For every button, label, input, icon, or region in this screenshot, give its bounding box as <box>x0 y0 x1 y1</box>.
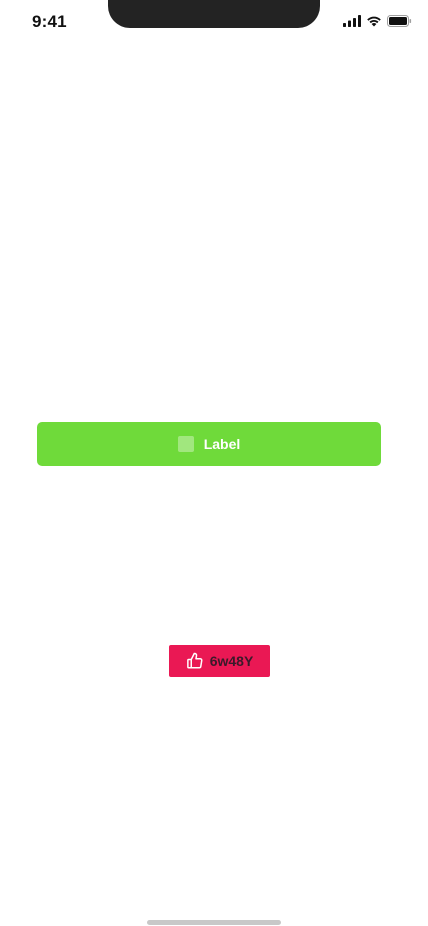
device-notch <box>108 0 320 28</box>
home-indicator[interactable] <box>147 920 281 925</box>
primary-button[interactable]: Label <box>37 422 381 466</box>
primary-button-label: Label <box>203 436 241 452</box>
like-button[interactable]: 6w48Y <box>169 645 270 677</box>
status-bar: 9:41 <box>0 0 428 44</box>
placeholder-icon <box>177 436 194 452</box>
cellular-signal-icon <box>343 15 361 27</box>
like-count: 6w48Y <box>209 653 254 669</box>
status-icons <box>343 15 412 27</box>
wifi-icon <box>366 15 382 27</box>
status-time: 9:41 <box>32 12 67 31</box>
thumbs-up-icon <box>186 652 204 670</box>
battery-icon <box>387 15 412 27</box>
